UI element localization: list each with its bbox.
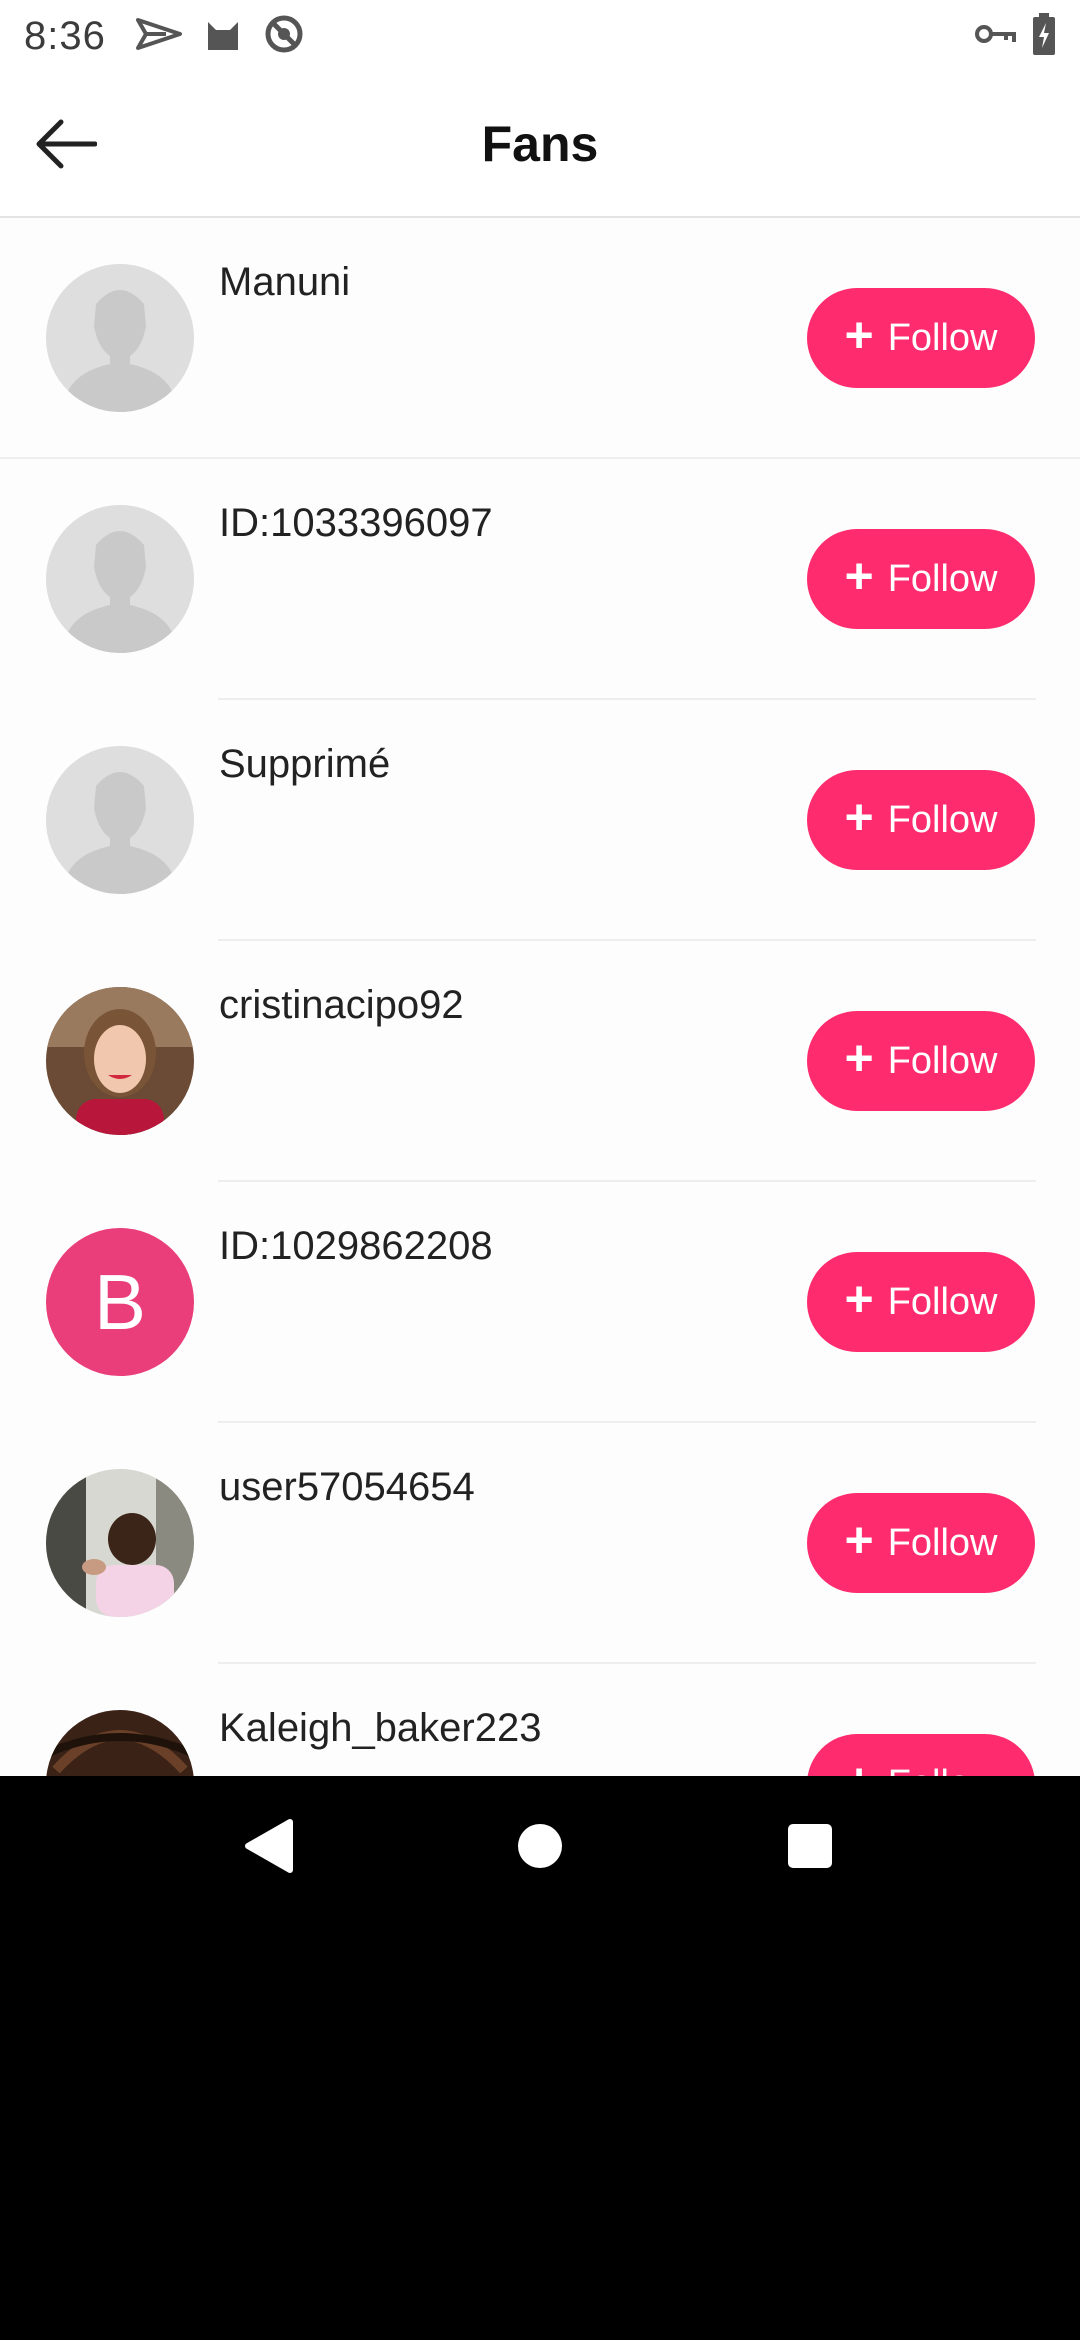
person-silhouette-icon (46, 264, 194, 412)
send-icon (135, 16, 182, 57)
follow-button[interactable]: + Follow (807, 288, 1035, 388)
nav-back-button[interactable] (228, 1806, 308, 1886)
fan-row[interactable]: cristinacipo92 + Follow (0, 941, 1080, 1182)
cat-icon (204, 16, 242, 57)
fan-name[interactable]: Manuni (219, 260, 350, 305)
plus-icon: + (844, 1512, 874, 1568)
avatar-placeholder[interactable] (46, 264, 194, 412)
nav-recents-button[interactable] (770, 1806, 850, 1886)
fan-name[interactable]: ID:1029862208 (219, 1224, 493, 1269)
fan-row[interactable]: B ID:1029862208 + Follow (0, 1182, 1080, 1423)
follow-label: Follow (887, 557, 998, 600)
plus-icon: + (844, 1271, 874, 1327)
fan-name[interactable]: ID:1033396097 (219, 501, 493, 546)
fan-row[interactable]: user57054654 + Follow (0, 1423, 1080, 1664)
fan-row[interactable]: Manuni + Follow (0, 218, 1080, 459)
back-button[interactable] (22, 106, 110, 186)
no-tracking-icon (264, 14, 304, 59)
fan-name[interactable]: Kaleigh_baker223 (219, 1706, 541, 1751)
back-triangle-icon (245, 1819, 293, 1873)
fan-name[interactable]: cristinacipo92 (219, 983, 464, 1028)
plus-icon: + (844, 1030, 874, 1086)
follow-label: Follow (887, 1280, 998, 1323)
avatar-photo[interactable] (46, 1469, 194, 1617)
fan-name[interactable]: Supprimé (219, 742, 390, 787)
status-bar: 8:36 (0, 0, 1080, 72)
battery-charging-icon (1032, 12, 1056, 60)
key-icon (974, 20, 1016, 53)
follow-label: Follow (887, 1521, 998, 1564)
system-nav-bar (0, 1776, 1080, 1916)
nav-home-button[interactable] (500, 1806, 580, 1886)
child-photo (46, 1469, 194, 1617)
fan-row[interactable]: Kaleigh_baker223 + Follow (0, 1664, 1080, 1776)
person-silhouette-icon (46, 746, 194, 894)
avatar-placeholder[interactable] (46, 505, 194, 653)
fan-name[interactable]: user57054654 (219, 1465, 475, 1510)
follow-button[interactable]: + Follow (807, 770, 1035, 870)
follow-label: Follow (887, 1039, 998, 1082)
avatar-photo[interactable] (46, 1710, 194, 1776)
follow-label: Follow (888, 1763, 998, 1777)
fan-row[interactable]: Supprimé + Follow (0, 700, 1080, 941)
avatar-photo[interactable] (46, 987, 194, 1135)
follow-button[interactable]: + Follow (807, 1011, 1035, 1111)
page-title: Fans (481, 116, 599, 172)
plus-icon: + (844, 307, 874, 363)
plus-icon: + (844, 548, 874, 604)
follow-label: Follow (887, 316, 998, 359)
app-bar: Fans (0, 72, 1080, 218)
plus-icon: + (844, 1756, 873, 1776)
follow-button[interactable]: + Follow (807, 1493, 1035, 1593)
follow-label: Follow (887, 798, 998, 841)
plus-icon: + (844, 789, 874, 845)
fan-row[interactable]: ID:1033396097 + Follow (0, 459, 1080, 700)
status-time: 8:36 (24, 13, 106, 58)
status-icons-left (135, 14, 304, 59)
follow-button[interactable]: + Follow (807, 1252, 1035, 1352)
recents-square-icon (788, 1824, 832, 1868)
follow-button[interactable]: + Follow (807, 1734, 1035, 1776)
portrait-photo (46, 1710, 194, 1776)
avatar-letter[interactable]: B (46, 1228, 194, 1376)
status-icons-right (974, 12, 1056, 60)
person-silhouette-icon (46, 505, 194, 653)
fan-list: Manuni + Follow ID:1033396097 + Follow S… (0, 218, 1080, 1776)
screen: 8:36 Fans Manuni + Follow ID:1033396097 … (0, 0, 1080, 1776)
home-circle-icon (518, 1824, 562, 1868)
woman-portrait-photo (46, 987, 194, 1135)
follow-button[interactable]: + Follow (807, 529, 1035, 629)
arrow-left-icon (35, 119, 98, 174)
avatar-placeholder[interactable] (46, 746, 194, 894)
